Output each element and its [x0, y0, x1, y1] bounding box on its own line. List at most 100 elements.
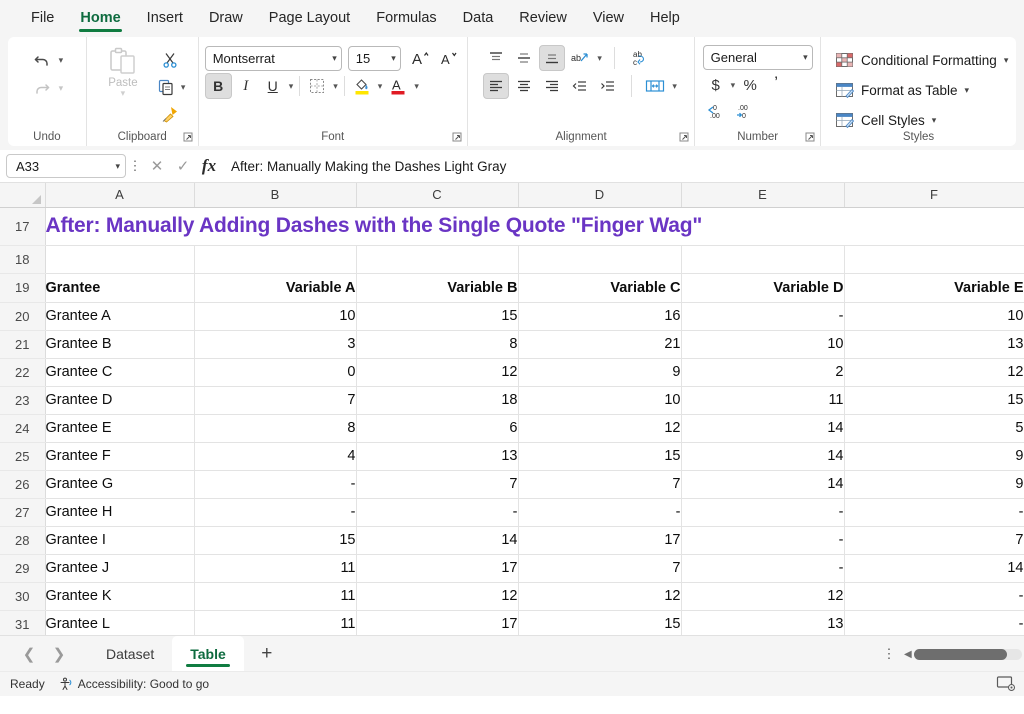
table-cell[interactable]: -: [356, 498, 519, 527]
table-cell[interactable]: 17: [356, 554, 519, 583]
table-cell[interactable]: 12: [356, 358, 519, 387]
table-cell[interactable]: 11: [194, 582, 357, 611]
ribbon-tab-formulas[interactable]: Formulas: [363, 1, 449, 35]
cell-blank[interactable]: [681, 245, 845, 274]
table-cell[interactable]: 12: [356, 582, 519, 611]
table-cell[interactable]: 12: [518, 582, 682, 611]
table-column-header[interactable]: Variable B: [356, 273, 519, 303]
display-settings-button[interactable]: [996, 675, 1016, 693]
borders-button[interactable]: [304, 73, 330, 99]
table-cell[interactable]: 2: [681, 358, 845, 387]
table-cell[interactable]: 14: [844, 554, 1024, 583]
orientation-dropdown-caret[interactable]: ▾: [595, 53, 604, 64]
scroll-left-icon[interactable]: ◀: [904, 649, 912, 660]
row-header[interactable]: 23: [0, 386, 46, 415]
cell-blank[interactable]: [45, 245, 195, 274]
sheet-tab-dataset[interactable]: Dataset: [88, 636, 172, 672]
table-cell[interactable]: -: [681, 526, 845, 555]
fill-color-button[interactable]: [349, 73, 375, 99]
table-cell[interactable]: -: [518, 498, 682, 527]
insert-function-icon[interactable]: fx: [196, 154, 222, 178]
increase-indent-button[interactable]: [595, 73, 621, 99]
table-cell[interactable]: Grantee H: [45, 498, 195, 527]
table-cell[interactable]: Grantee K: [45, 582, 195, 611]
table-cell[interactable]: Grantee J: [45, 554, 195, 583]
column-header-c[interactable]: C: [356, 183, 519, 208]
paste-dropdown-caret[interactable]: ▾: [121, 89, 126, 98]
redo-dropdown-caret[interactable]: ▾: [57, 83, 66, 94]
column-header-b[interactable]: B: [194, 183, 357, 208]
format-painter-button[interactable]: [153, 101, 188, 127]
table-cell[interactable]: -: [194, 470, 357, 499]
increase-font-size-button[interactable]: A: [407, 45, 433, 71]
undo-button[interactable]: [29, 47, 55, 73]
table-cell[interactable]: 14: [681, 470, 845, 499]
formula-bar-more-icon[interactable]: ⋮: [126, 158, 144, 174]
table-cell[interactable]: 10: [194, 302, 357, 331]
ribbon-tab-view[interactable]: View: [580, 1, 637, 35]
alignment-dialog-launcher[interactable]: [678, 131, 691, 144]
table-cell[interactable]: 14: [681, 414, 845, 443]
borders-dropdown-caret[interactable]: ▾: [331, 81, 340, 92]
table-cell[interactable]: 13: [356, 442, 519, 471]
table-cell[interactable]: 9: [518, 358, 682, 387]
row-header[interactable]: 18: [0, 245, 46, 274]
font-dialog-launcher[interactable]: [451, 131, 464, 144]
select-all-corner[interactable]: [0, 183, 46, 208]
table-cell[interactable]: 17: [518, 526, 682, 555]
add-sheet-button[interactable]: +: [250, 639, 284, 669]
currency-dropdown-caret[interactable]: ▾: [729, 80, 738, 91]
merge-dropdown-caret[interactable]: ▾: [670, 81, 679, 92]
table-cell[interactable]: Grantee C: [45, 358, 195, 387]
column-header-f[interactable]: F: [844, 183, 1024, 208]
table-cell[interactable]: 15: [194, 526, 357, 555]
table-cell[interactable]: -: [681, 554, 845, 583]
cell-blank[interactable]: [356, 245, 519, 274]
ribbon-tab-review[interactable]: Review: [506, 1, 580, 35]
table-cell[interactable]: 9: [844, 442, 1024, 471]
fill-color-dropdown-caret[interactable]: ▾: [376, 81, 385, 92]
table-column-header[interactable]: Variable A: [194, 273, 357, 303]
table-cell[interactable]: 18: [356, 386, 519, 415]
table-cell[interactable]: Grantee B: [45, 330, 195, 359]
row-header[interactable]: 19: [0, 273, 46, 303]
table-cell[interactable]: 7: [356, 470, 519, 499]
table-cell[interactable]: 10: [844, 302, 1024, 331]
ribbon-tab-insert[interactable]: Insert: [134, 1, 196, 35]
row-header[interactable]: 22: [0, 358, 46, 387]
bold-button[interactable]: B: [204, 73, 232, 99]
column-header-e[interactable]: E: [681, 183, 845, 208]
currency-format-button[interactable]: $: [703, 72, 729, 98]
table-cell[interactable]: 14: [681, 442, 845, 471]
table-cell[interactable]: 16: [518, 302, 682, 331]
table-cell[interactable]: 7: [518, 554, 682, 583]
decrease-font-size-button[interactable]: A: [435, 45, 461, 71]
table-cell[interactable]: 15: [844, 386, 1024, 415]
table-cell[interactable]: 13: [681, 610, 845, 635]
table-cell[interactable]: 12: [518, 414, 682, 443]
table-cell[interactable]: Grantee F: [45, 442, 195, 471]
scrollbar-thumb[interactable]: [913, 648, 1007, 660]
column-header-a[interactable]: A: [45, 183, 195, 208]
table-column-header[interactable]: Variable C: [518, 273, 682, 303]
row-header[interactable]: 29: [0, 554, 46, 583]
table-cell[interactable]: 12: [844, 358, 1024, 387]
table-column-header[interactable]: Grantee: [45, 273, 195, 303]
number-dialog-launcher[interactable]: [804, 131, 817, 144]
table-cell[interactable]: -: [681, 302, 845, 331]
ribbon-tab-draw[interactable]: Draw: [196, 1, 256, 35]
align-middle-button[interactable]: [511, 45, 537, 71]
font-color-button[interactable]: A: [385, 73, 411, 99]
cell-blank[interactable]: [844, 245, 1024, 274]
row-header[interactable]: 28: [0, 526, 46, 555]
table-cell[interactable]: 8: [356, 330, 519, 359]
table-cell[interactable]: 11: [194, 610, 357, 635]
scrollbar-track[interactable]: [913, 648, 1022, 660]
table-cell[interactable]: Grantee D: [45, 386, 195, 415]
row-header[interactable]: 17: [0, 207, 46, 246]
decrease-indent-button[interactable]: [567, 73, 593, 99]
font-name-combo[interactable]: Montserrat ▾: [204, 45, 342, 71]
decrease-decimal-button[interactable]: .00 0: [731, 100, 757, 122]
table-cell[interactable]: -: [194, 498, 357, 527]
table-cell[interactable]: 10: [681, 330, 845, 359]
